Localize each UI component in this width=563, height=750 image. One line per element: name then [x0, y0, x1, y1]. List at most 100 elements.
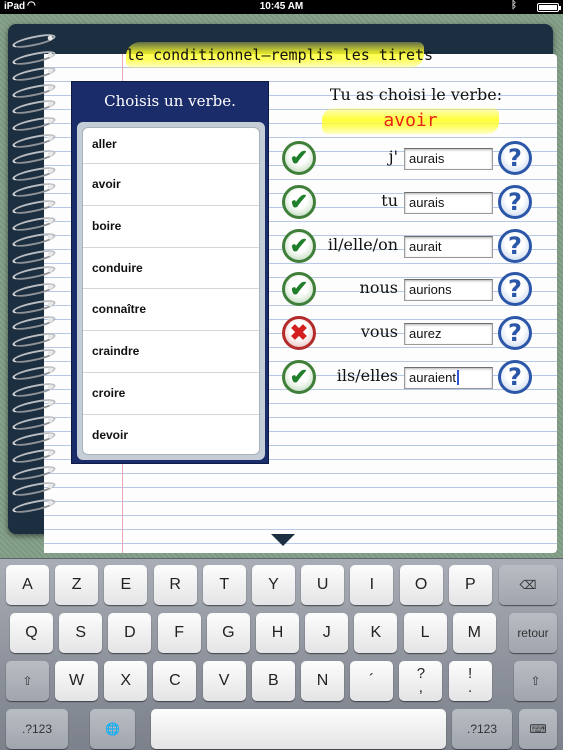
answer-value: aurait	[409, 239, 442, 254]
question-comma-key[interactable]: ?,	[399, 661, 443, 701]
spiral-ring	[11, 297, 57, 317]
pronoun-label: j'	[388, 147, 398, 166]
key-letter[interactable]: F	[157, 613, 201, 653]
numbers-key-right[interactable]: .?123	[452, 709, 512, 749]
verb-list-item[interactable]: craindre	[83, 331, 259, 373]
answer-value: aurais	[409, 195, 445, 210]
verb-list-item[interactable]: boire	[83, 206, 259, 248]
key-letter[interactable]: Y	[252, 565, 295, 605]
key-letter[interactable]: T	[202, 565, 246, 605]
conjugation-row: ✔ tu aurais?	[280, 185, 540, 225]
spiral-ring	[11, 396, 57, 416]
verb-list-item[interactable]: avoir	[83, 164, 259, 206]
verb-list-item[interactable]: croire	[83, 373, 259, 415]
verb-list-item[interactable]: aller	[83, 128, 259, 164]
key-letter[interactable]: U	[301, 565, 345, 605]
help-icon[interactable]: ?	[498, 316, 532, 350]
spiral-ring	[11, 81, 57, 101]
spiral-ring	[11, 97, 57, 117]
key-letter[interactable]: E	[104, 565, 148, 605]
key-letter[interactable]: V	[202, 661, 246, 701]
verb-picker-title: Choisis un verbe.	[104, 92, 236, 110]
popover-arrow-icon	[271, 534, 295, 546]
help-icon[interactable]: ?	[498, 185, 532, 219]
check-icon: ✔	[282, 185, 316, 219]
key-letter[interactable]: O	[399, 565, 443, 605]
verb-list[interactable]: aller avoir boire conduire connaître craindre…	[82, 127, 260, 455]
key-letter[interactable]: R	[153, 565, 197, 605]
help-icon[interactable]: ?	[498, 272, 532, 306]
return-key[interactable]: retour	[509, 613, 557, 653]
spiral-ring	[11, 147, 57, 167]
pronoun-label: il/elle/on	[327, 235, 398, 254]
answer-input[interactable]: aurez	[404, 323, 493, 345]
battery-icon	[537, 3, 561, 12]
key-letter[interactable]: N	[301, 661, 344, 701]
verb-picker-frame: aller avoir boire conduire connaître craindre…	[77, 122, 265, 460]
shift-left-key[interactable]: ⇧	[6, 661, 49, 701]
check-icon: ✔	[282, 229, 316, 263]
key-letter[interactable]: Q	[10, 613, 53, 653]
spiral-ring	[11, 197, 57, 217]
pronoun-label: tu	[381, 191, 398, 210]
answer-value: aurez	[409, 326, 442, 341]
answer-value: auraient	[409, 370, 456, 385]
spiral-ring	[11, 48, 57, 68]
spiral-ring	[11, 313, 57, 333]
answer-value: aurions	[409, 282, 452, 297]
key-letter[interactable]: X	[104, 661, 148, 701]
shift-right-key[interactable]: ⇧	[514, 661, 557, 701]
help-icon[interactable]: ?	[498, 229, 532, 263]
key-letter[interactable]: B	[251, 661, 295, 701]
spiral-ring	[11, 64, 57, 84]
key-letter[interactable]: K	[354, 613, 398, 653]
spiral-ring	[11, 180, 57, 200]
spiral-ring	[11, 114, 57, 134]
verb-list-item[interactable]: conduire	[83, 248, 259, 290]
spiral-ring	[11, 330, 57, 350]
spiral-ring	[11, 496, 57, 516]
verb-list-item[interactable]: connaître	[83, 289, 259, 332]
conjugation-row: ✔ il/elle/on aurait?	[280, 229, 540, 269]
conjugation-row: ✖ vous aurez?	[280, 316, 540, 356]
key-letter[interactable]: W	[55, 661, 98, 701]
spiral-ring	[11, 164, 57, 184]
key-letter[interactable]: D	[108, 613, 152, 653]
spiral-ring	[11, 230, 57, 250]
answer-input[interactable]: aurions	[404, 279, 493, 301]
answer-input[interactable]: aurait	[404, 236, 493, 258]
key-letter[interactable]: L	[403, 613, 447, 653]
answer-input[interactable]: auraient	[404, 367, 493, 389]
key-letter[interactable]: C	[153, 661, 197, 701]
key-letter[interactable]: ´	[350, 661, 394, 701]
help-icon[interactable]: ?	[498, 360, 532, 394]
answer-input[interactable]: aurais	[404, 148, 493, 170]
conjugation-row: ✔ nous aurions?	[280, 272, 540, 312]
space-bar[interactable]	[151, 709, 446, 749]
key-letter[interactable]: P	[448, 565, 492, 605]
spiral-ring	[11, 429, 57, 449]
hide-keyboard-key[interactable]: ⌨	[519, 709, 557, 749]
key-lower-glyph: .	[468, 678, 473, 696]
key-letter[interactable]: H	[256, 613, 299, 653]
exclaim-period-key[interactable]: !.	[448, 661, 492, 701]
numbers-key-left[interactable]: .?123	[6, 709, 68, 749]
answer-input[interactable]: aurais	[404, 192, 493, 214]
key-letter[interactable]: Z	[55, 565, 99, 605]
key-letter[interactable]: S	[59, 613, 103, 653]
check-icon: ✔	[282, 141, 316, 175]
help-icon[interactable]: ?	[498, 141, 532, 175]
key-letter[interactable]: M	[452, 613, 496, 653]
key-letter[interactable]: I	[350, 565, 394, 605]
key-letter[interactable]: J	[305, 613, 349, 653]
spiral-binding	[11, 31, 60, 516]
delete-key[interactable]: ⌫	[499, 565, 557, 605]
pronoun-label: ils/elles	[336, 366, 398, 385]
globe-key[interactable]: 🌐	[90, 709, 135, 749]
spiral-ring	[11, 263, 57, 283]
status-bar: iPad ◠ 10:45 AM ᛒ	[0, 0, 563, 14]
verb-list-item[interactable]: devoir	[83, 415, 259, 454]
clock: 10:45 AM	[259, 1, 304, 12]
key-letter[interactable]: A	[6, 565, 49, 605]
key-letter[interactable]: G	[206, 613, 250, 653]
